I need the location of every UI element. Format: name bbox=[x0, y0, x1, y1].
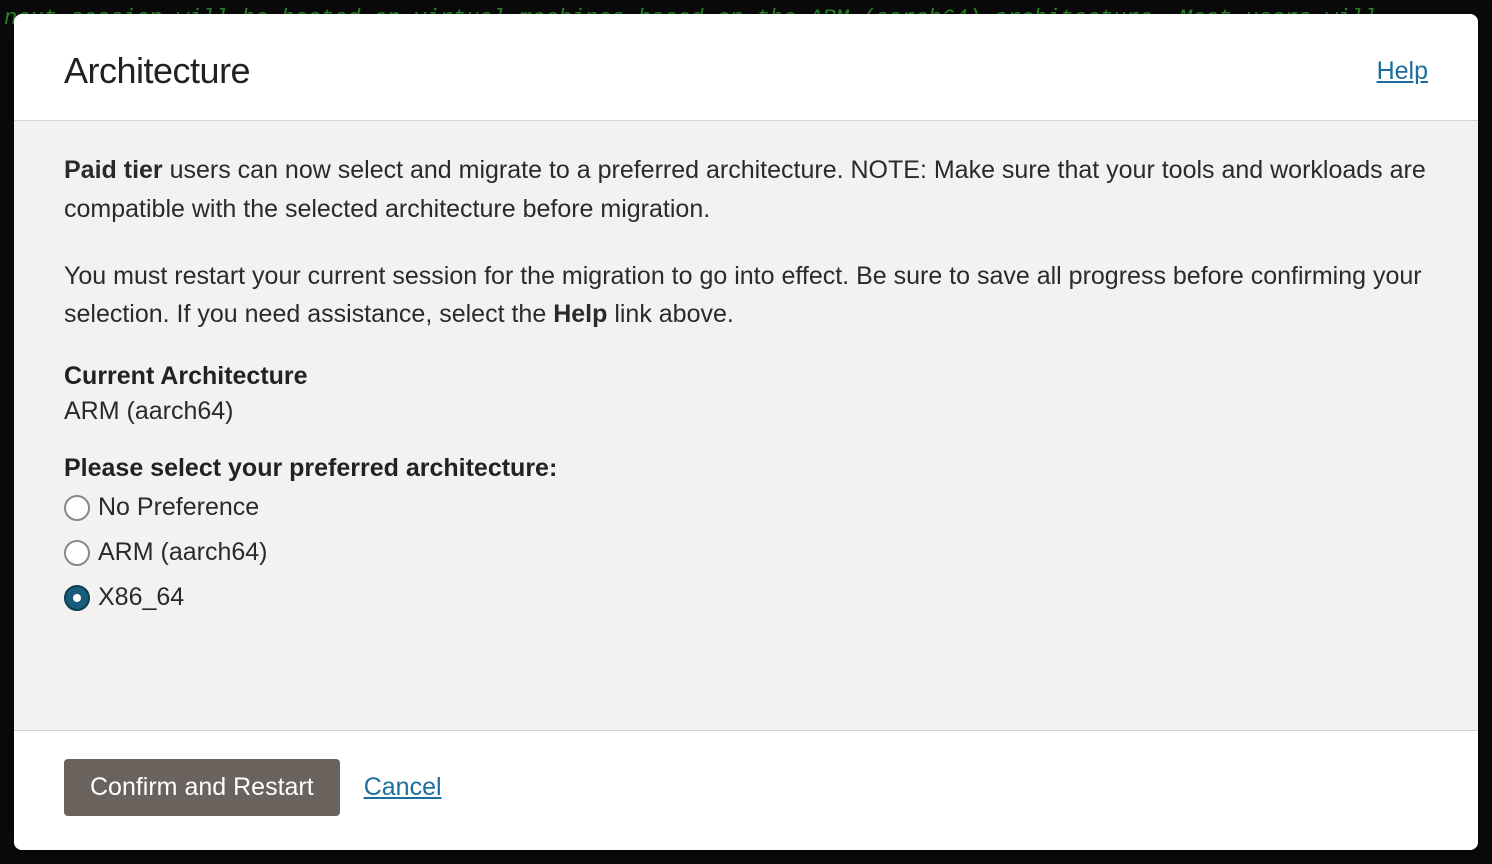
current-arch-heading: Current Architecture bbox=[64, 362, 1428, 391]
dialog-header: Architecture Help bbox=[14, 14, 1478, 121]
paragraph2-pre: You must restart your current session fo… bbox=[64, 262, 1422, 329]
dialog-footer: Confirm and Restart Cancel bbox=[14, 730, 1478, 850]
radio-label: ARM (aarch64) bbox=[98, 538, 268, 567]
info-paragraph-2: You must restart your current session fo… bbox=[64, 257, 1428, 335]
dialog-body: Paid tier users can now select and migra… bbox=[14, 121, 1478, 730]
radio-option-x86-64[interactable]: X86_64 bbox=[64, 583, 1428, 612]
paragraph2-post: link above. bbox=[607, 300, 733, 328]
preferred-architecture-section: Please select your preferred architectur… bbox=[64, 454, 1428, 612]
radio-option-arm[interactable]: ARM (aarch64) bbox=[64, 538, 1428, 567]
select-heading: Please select your preferred architectur… bbox=[64, 454, 1428, 483]
current-architecture-section: Current Architecture ARM (aarch64) bbox=[64, 362, 1428, 426]
radio-option-no-preference[interactable]: No Preference bbox=[64, 493, 1428, 522]
current-arch-value: ARM (aarch64) bbox=[64, 397, 1428, 426]
radio-icon bbox=[64, 540, 90, 566]
radio-label: No Preference bbox=[98, 493, 259, 522]
help-link[interactable]: Help bbox=[1377, 57, 1428, 86]
paid-tier-strong: Paid tier bbox=[64, 156, 163, 184]
radio-icon bbox=[64, 585, 90, 611]
cancel-button[interactable]: Cancel bbox=[364, 773, 442, 802]
help-strong: Help bbox=[553, 300, 607, 328]
architecture-radio-group: No Preference ARM (aarch64) X86_64 bbox=[64, 493, 1428, 612]
paragraph1-rest: users can now select and migrate to a pr… bbox=[64, 156, 1426, 223]
architecture-dialog: Architecture Help Paid tier users can no… bbox=[14, 14, 1478, 850]
radio-icon bbox=[64, 495, 90, 521]
radio-label: X86_64 bbox=[98, 583, 184, 612]
info-paragraph-1: Paid tier users can now select and migra… bbox=[64, 151, 1428, 229]
dialog-title: Architecture bbox=[64, 50, 250, 92]
confirm-restart-button[interactable]: Confirm and Restart bbox=[64, 759, 340, 816]
